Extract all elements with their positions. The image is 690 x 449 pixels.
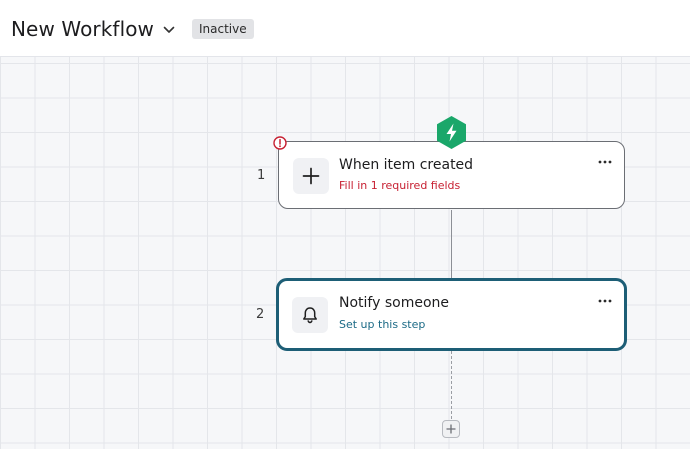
step-number: 2 (256, 307, 265, 322)
more-options-icon[interactable] (596, 156, 614, 168)
plus-icon (293, 158, 329, 194)
lightning-bolt-icon (435, 115, 468, 150)
add-step-button[interactable] (442, 420, 460, 438)
action-step-card[interactable]: Notify someone Set up this step (276, 278, 627, 351)
top-bar: New Workflow Inactive (0, 0, 690, 57)
workflow-canvas[interactable] (0, 57, 690, 449)
step-connector (451, 210, 452, 280)
step-title: Notify someone (339, 295, 449, 311)
more-options-icon[interactable] (596, 295, 614, 307)
set-up-step-link[interactable]: Set up this step (339, 318, 425, 331)
chevron-down-icon[interactable] (162, 23, 176, 37)
step-error-message: Fill in 1 required fields (339, 179, 461, 192)
trigger-step-card[interactable]: When item created Fill in 1 required fie… (278, 141, 625, 209)
add-step-connector (451, 351, 452, 419)
step-title: When item created (339, 157, 474, 173)
step-number: 1 (257, 168, 266, 183)
error-alert-icon (273, 135, 287, 150)
status-badge: Inactive (192, 19, 254, 39)
workflow-title[interactable]: New Workflow (11, 16, 154, 42)
workflow-title-dropdown[interactable]: New Workflow (11, 16, 176, 42)
bell-icon (292, 297, 328, 333)
plus-icon (446, 424, 456, 434)
